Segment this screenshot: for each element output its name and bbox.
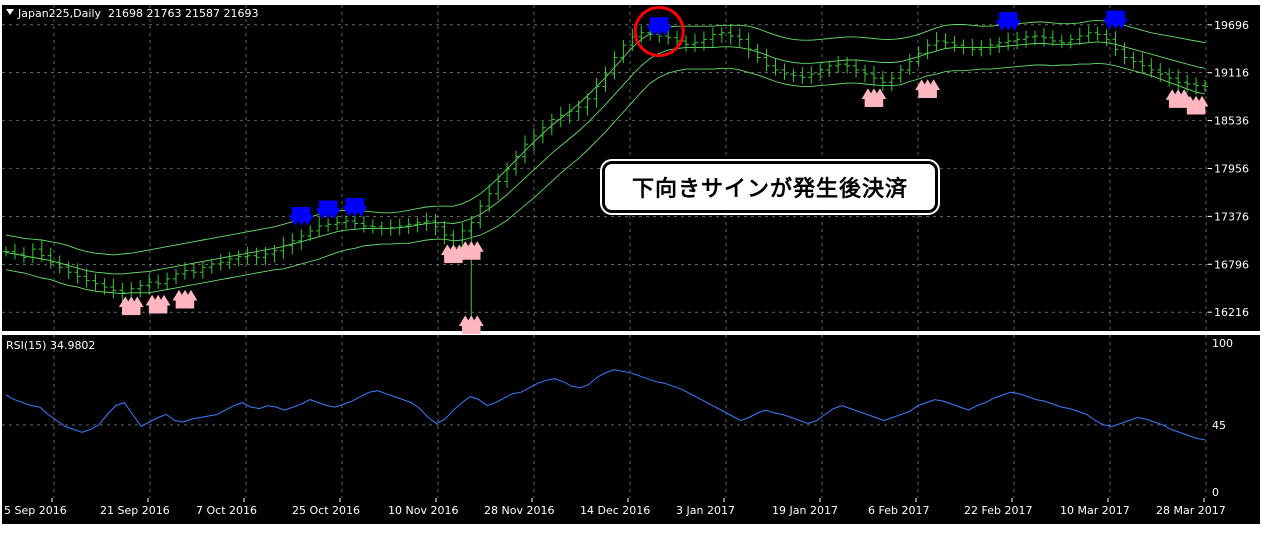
price-tick-label: 19696 xyxy=(1214,19,1249,32)
time-tick-label: 6 Feb 2017 xyxy=(868,504,929,517)
rsi-header: RSI(15) 34.9802 xyxy=(6,339,96,352)
time-tick-label: 10 Nov 2016 xyxy=(388,504,458,517)
price-tick-label: 19116 xyxy=(1214,67,1249,80)
time-tick-label: 3 Jan 2017 xyxy=(676,504,735,517)
time-tick-label: 28 Mar 2017 xyxy=(1156,504,1226,517)
time-tick-label: 10 Mar 2017 xyxy=(1060,504,1130,517)
price-tick-label: 17376 xyxy=(1214,210,1249,223)
rsi-axis-background xyxy=(1208,335,1260,498)
price-tick-label: 17956 xyxy=(1214,163,1249,176)
price-tick-label: 16216 xyxy=(1214,306,1249,319)
time-tick-label: 21 Sep 2016 xyxy=(100,504,170,517)
symbol-name: Japan225,Daily xyxy=(18,7,102,20)
annotation-callout: 下向きサインが発生後決済 xyxy=(602,161,938,213)
symbol-ohlc: 21698 21763 21587 21693 xyxy=(108,7,259,20)
time-tick-label: 5 Sep 2016 xyxy=(4,504,67,517)
symbol-menu-arrow-icon[interactable] xyxy=(6,9,14,15)
price-tick-label: 18536 xyxy=(1214,115,1249,128)
price-tick-label: 16796 xyxy=(1214,258,1249,271)
time-tick-label: 19 Jan 2017 xyxy=(772,504,838,517)
time-tick-label: 28 Nov 2016 xyxy=(484,504,554,517)
time-tick-label: 14 Dec 2016 xyxy=(580,504,650,517)
chart-svg: 19696 19116 18536 17956 17376 16796 16216 100 4… xyxy=(2,5,1260,524)
time-tick-label: 22 Feb 2017 xyxy=(964,504,1032,517)
time-tick-label: 25 Oct 2016 xyxy=(292,504,360,517)
rsi-tick-label: 100 xyxy=(1212,337,1233,350)
chart-window: 19696 19116 18536 17956 17376 16796 16216 100 4… xyxy=(0,0,1262,540)
rsi-tick-label: 0 xyxy=(1212,486,1219,499)
rsi-tick-label: 45 xyxy=(1212,419,1226,432)
time-tick-label: 7 Oct 2016 xyxy=(196,504,257,517)
symbol-header: Japan225,Daily 21698 21763 21587 21693 xyxy=(18,7,258,20)
rsi-pane-background xyxy=(2,335,1208,498)
